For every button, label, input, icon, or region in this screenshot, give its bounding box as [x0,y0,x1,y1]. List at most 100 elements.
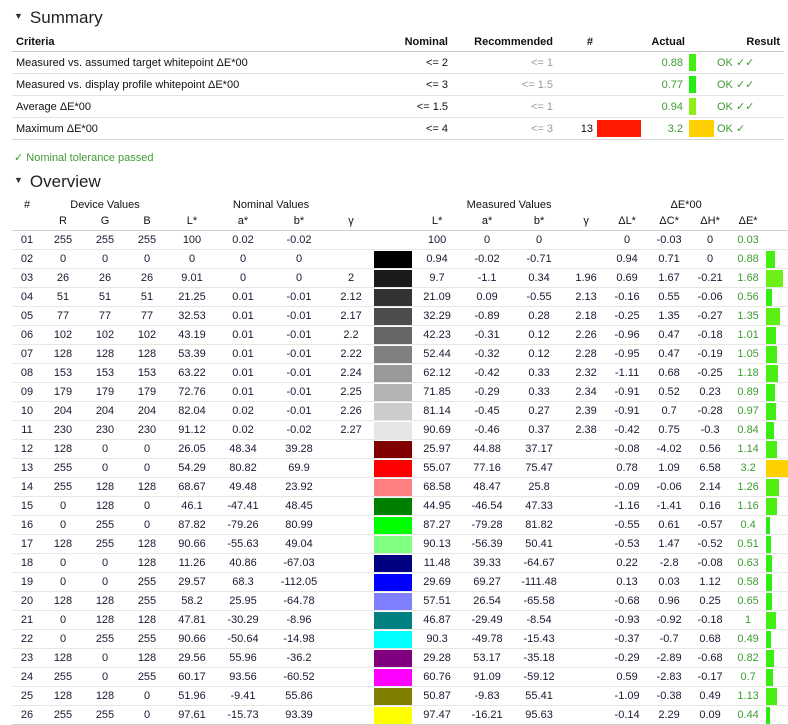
summary-criteria-cell: Measured vs. assumed target whitepoint Δ… [12,51,360,74]
overview-index-cell: 03 [12,268,42,288]
overview-delta-L-cell: -0.09 [606,477,649,497]
overview-delta-H-cell: -0.21 [690,268,731,288]
overview-nominal-a-cell: 0.01 [216,344,270,364]
summary-count-cell: 13 [557,117,597,140]
overview-measured-L-cell: 9.7 [412,268,463,288]
summary-actual-cell: 0.88 [639,51,689,74]
overview-g-cell: 0 [84,439,126,459]
overview-delta-H-cell: 0.68 [690,629,731,649]
overview-delta-E-cell: 0.88 [730,249,767,269]
overview-nominal-a-cell: 0.02 [216,401,270,421]
overview-r-cell: 0 [42,553,84,573]
overview-nominal-gamma-cell: 2.26 [328,401,375,421]
overview-g-cell: 26 [84,268,126,288]
overview-nominal-L-cell: 91.12 [168,420,216,440]
overview-section-header[interactable]: ▼ Overview [14,172,780,192]
overview-nominal-gamma-cell: 2.27 [328,420,375,440]
overview-nominal-a-cell: -50.64 [216,629,270,649]
overview-g-cell: 0 [84,648,126,668]
overview-measured-a-cell: -16.21 [462,705,513,725]
overview-measured-gamma-cell: 2.13 [566,287,607,307]
overview-delta-H-cell: -0.68 [690,648,731,668]
overview-index-cell: 15 [12,496,42,516]
overview-nominal-a-cell: -79.26 [216,515,270,535]
summary-recommended-cell: <= 1.5 [452,73,557,96]
overview-measured-a-cell: -0.45 [462,401,513,421]
overview-delta-E-cell: 0.84 [730,420,767,440]
overview-delta-L-cell: -0.42 [606,420,649,440]
overview-r-cell: 26 [42,268,84,288]
overview-measured-b-cell: -0.71 [512,249,567,269]
overview-measured-gamma-cell: 2.28 [566,344,607,364]
overview-r-cell: 128 [42,344,84,364]
overview-g-cell: 179 [84,382,126,402]
summary-over-limit-bar [597,51,639,74]
overview-measured-L-cell: 68.58 [412,477,463,497]
overview-measured-a-cell: -9.83 [462,686,513,706]
summary-value-bar [689,95,709,118]
overview-group-measured-values: Measured Values [466,199,552,211]
overview-nominal-L-cell: 26.05 [168,439,216,459]
summary-row: Average ΔE*00 <= 1.5 <= 1 0.94 OK ✓✓ [12,95,784,118]
overview-measured-a-cell: 44.88 [462,439,513,459]
overview-measured-b-cell: -65.58 [512,591,567,611]
overview-measured-a-cell: 91.09 [462,667,513,687]
overview-nominal-a-cell: 0.01 [216,287,270,307]
overview-measured-gamma-cell [566,667,607,687]
overview-measured-b-cell: 50.41 [512,534,567,554]
summary-count-cell [557,73,597,96]
overview-measured-b-cell: 0 [512,230,567,250]
overview-measured-b-cell: 47.33 [512,496,567,516]
overview-delta-E-cell: 0.65 [730,591,767,611]
summary-row: Measured vs. assumed target whitepoint Δ… [12,51,784,74]
overview-measured-b-cell: 0.27 [512,401,567,421]
collapse-triangle-icon[interactable]: ▼ [14,11,23,21]
overview-nominal-a-cell: 68.3 [216,572,270,592]
overview-delta-L-cell: -0.14 [606,705,649,725]
overview-color-swatch [374,648,413,668]
overview-r-cell: 230 [42,420,84,440]
overview-delta-C-cell: -2.89 [648,648,691,668]
overview-nominal-L-cell: 82.04 [168,401,216,421]
overview-delta-E-bar [766,287,788,307]
overview-nominal-gamma-cell [328,515,375,535]
overview-nominal-L-cell: 53.39 [168,344,216,364]
collapse-triangle-icon[interactable]: ▼ [14,175,23,185]
summary-row: Maximum ΔE*00 <= 4 <= 3 13 3.2 OK ✓ [12,117,784,140]
overview-delta-L-cell: 0.22 [606,553,649,573]
overview-b-cell: 230 [126,420,168,440]
overview-delta-E-bar [766,705,788,725]
overview-nominal-gamma-cell [328,572,375,592]
overview-row: 25 128 128 0 51.96 -9.41 55.86 50.87 -9.83 55.41-… [12,686,788,706]
overview-nominal-b-cell: -0.01 [270,306,328,326]
overview-row: 15 0 128 0 46.1 -47.41 48.45 44.95 -46.54 47.33 -1… [12,496,788,516]
overview-measured-gamma-cell [566,686,607,706]
overview-delta-C-cell: 0.61 [648,515,691,535]
overview-delta-E-bar [766,382,788,402]
overview-delta-L-cell: -0.25 [606,306,649,326]
overview-index-cell: 01 [12,230,42,250]
overview-col-b: B [126,213,168,231]
overview-nominal-L-cell: 32.53 [168,306,216,326]
overview-g-cell: 204 [84,401,126,421]
overview-measured-b-cell: 37.17 [512,439,567,459]
overview-delta-E-bar [766,648,788,668]
overview-index-cell: 23 [12,648,42,668]
overview-measured-gamma-cell [566,515,607,535]
overview-measured-gamma-cell [566,230,607,250]
overview-b-cell: 255 [126,629,168,649]
overview-b-cell: 0 [126,515,168,535]
summary-section-header[interactable]: ▼ Summary [14,8,780,28]
overview-delta-E-cell: 1.14 [730,439,767,459]
overview-delta-E-cell: 1.16 [730,496,767,516]
overview-delta-C-cell: 0.7 [648,401,691,421]
overview-col-measured-gamma: γ [566,213,607,231]
overview-nominal-b-cell: 55.86 [270,686,328,706]
overview-b-cell: 128 [126,648,168,668]
overview-measured-a-cell: -0.46 [462,420,513,440]
overview-measured-gamma-cell: 2.38 [566,420,607,440]
overview-delta-C-cell: 0.96 [648,591,691,611]
overview-delta-H-cell: -0.18 [690,325,731,345]
overview-nominal-L-cell: 47.81 [168,610,216,630]
overview-g-cell: 255 [84,534,126,554]
